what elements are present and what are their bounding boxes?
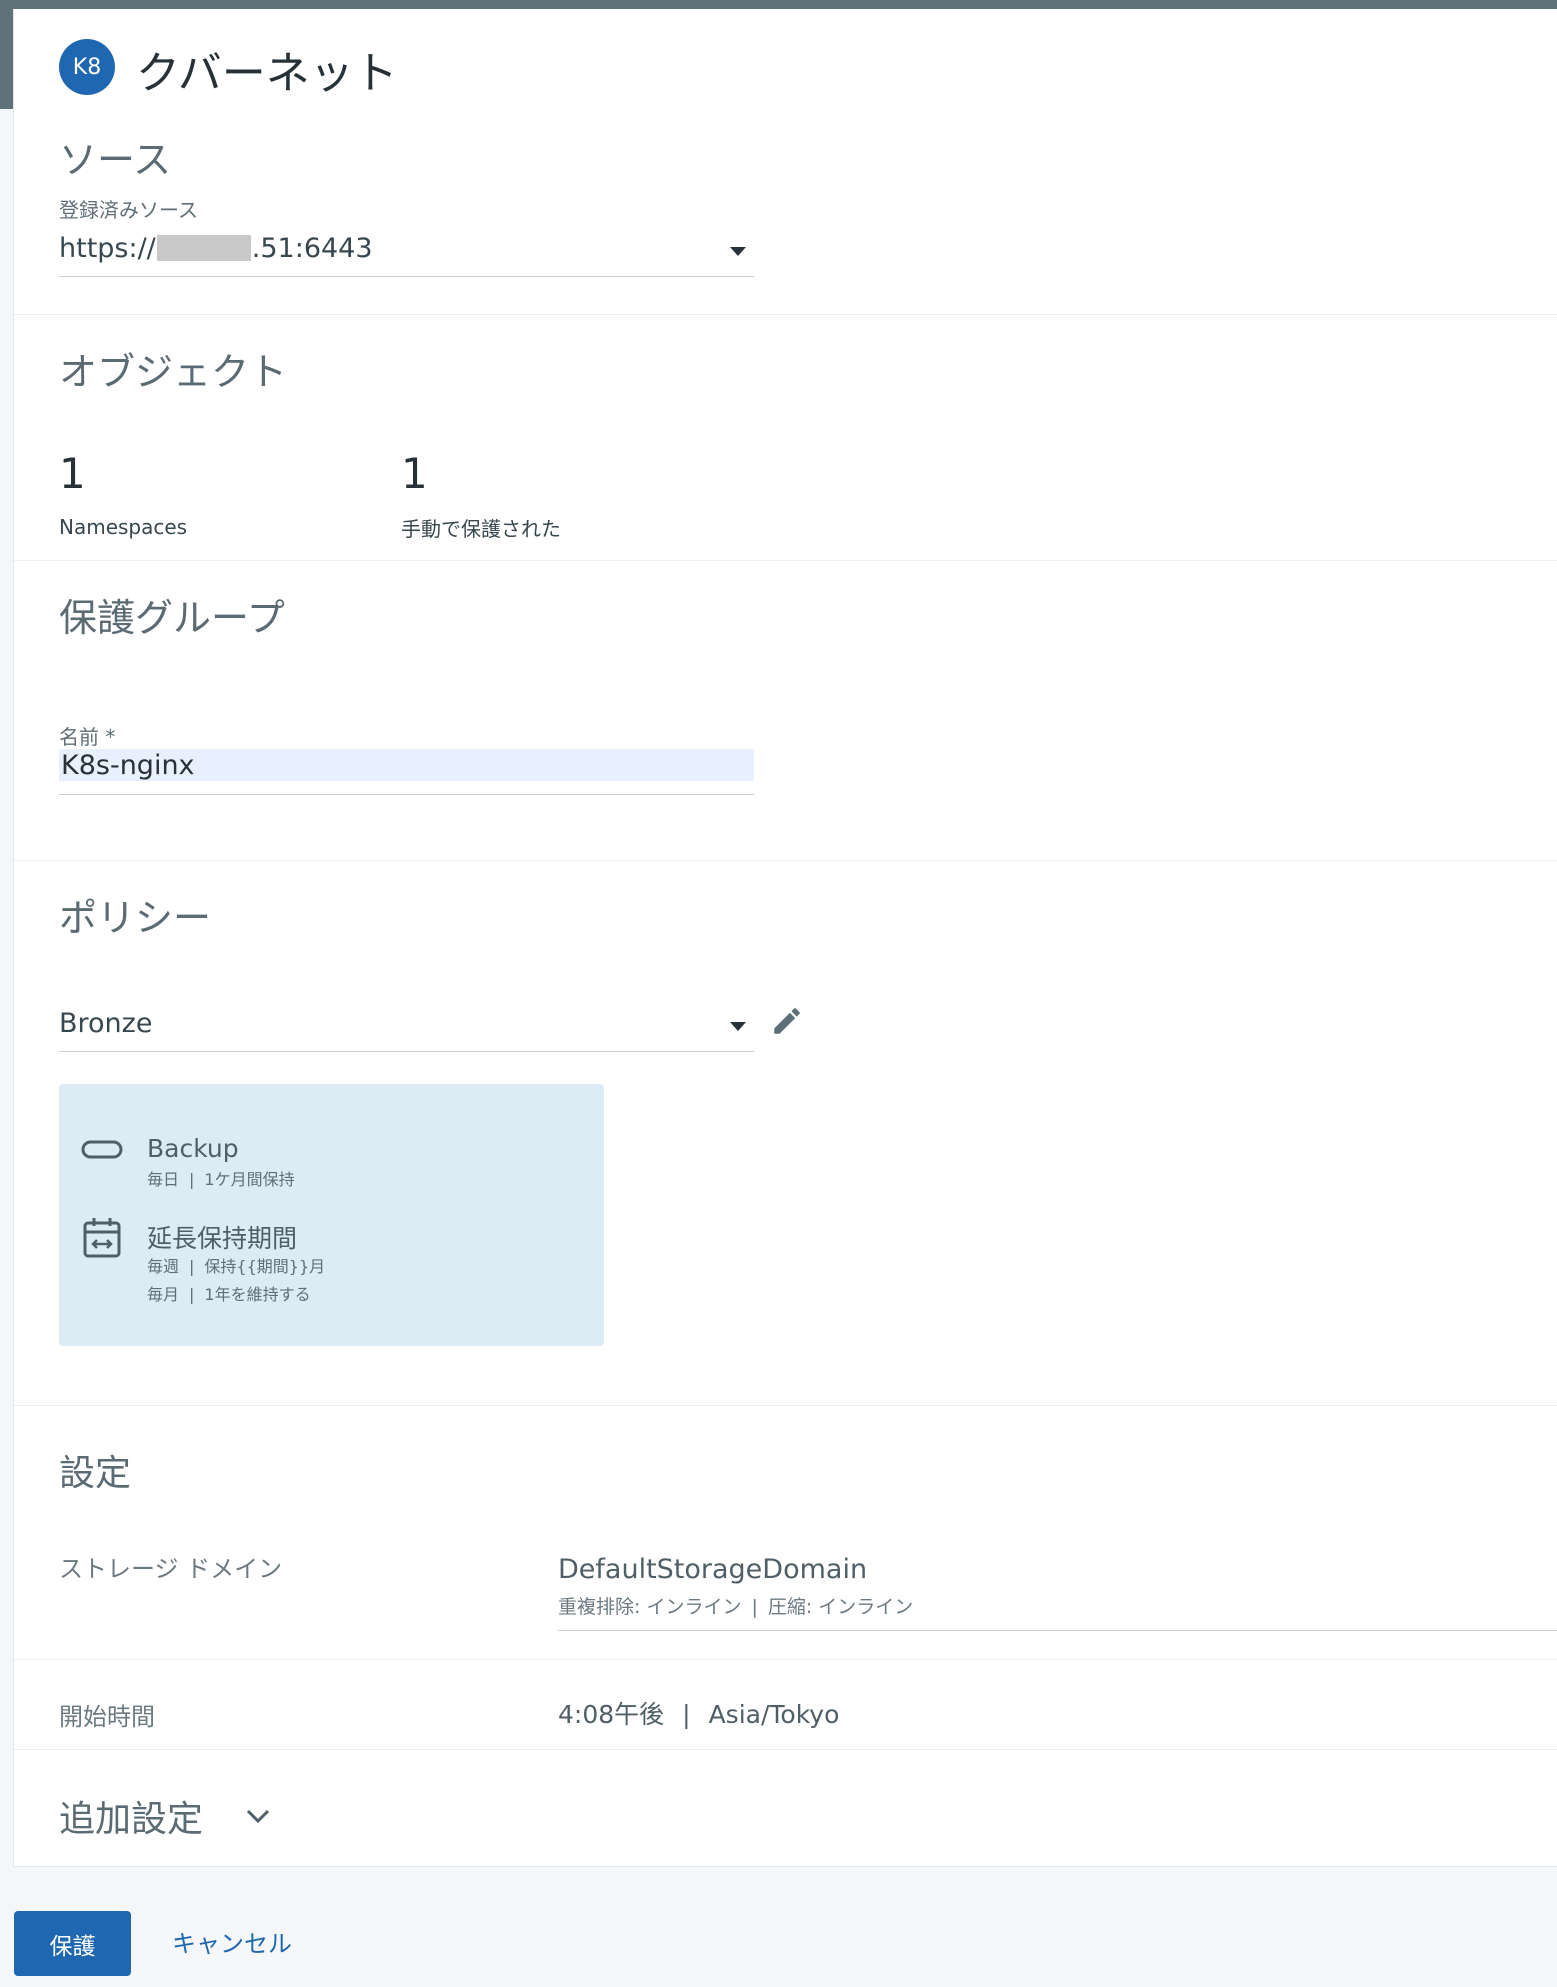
backup-frequency: 毎日 <box>147 1170 180 1189</box>
dedup-setting: 重複排除: インライン <box>558 1596 742 1618</box>
protect-button[interactable]: 保護 <box>14 1911 131 1976</box>
weekly-retention: 保持{{期間}}月 <box>204 1257 326 1276</box>
source-url-suffix: .51:6443 <box>251 233 373 264</box>
namespaces-label: Namespaces <box>59 515 188 539</box>
source-section-title: ソース <box>59 138 172 182</box>
chevron-down-icon[interactable] <box>245 1808 271 1824</box>
registered-source-value: https:// .51:6443 <box>59 233 373 264</box>
left-strip <box>0 9 13 109</box>
manual-count: 1 <box>401 449 428 498</box>
caret-down-icon[interactable] <box>730 1022 746 1031</box>
namespaces-count: 1 <box>59 449 86 498</box>
page-title: クバーネット <box>136 48 398 99</box>
storage-domain-details: 重複排除: インライン | 圧縮: インライン <box>558 1596 914 1618</box>
monthly-schedule: 毎月 | 1年を維持する <box>147 1285 311 1304</box>
divider <box>14 1749 1557 1750</box>
backup-schedule: 毎日 | 1ケ月間保持 <box>147 1170 295 1189</box>
source-url-prefix: https:// <box>59 233 156 264</box>
name-field[interactable] <box>59 749 754 795</box>
protect-form-card: K8 クバーネット ソース 登録済みソース https:// .51:6443 オ… <box>13 9 1557 1867</box>
divider <box>14 1659 1557 1660</box>
k8s-badge-icon: K8 <box>59 39 115 95</box>
name-label: 名前 * <box>59 725 116 749</box>
divider <box>14 1405 1557 1406</box>
storage-domain-select[interactable]: DefaultStorageDomain 重複排除: インライン | 圧縮: インラ… <box>558 1554 1557 1631</box>
extended-retention-title: 延長保持期間 <box>147 1224 298 1253</box>
divider <box>14 314 1557 315</box>
backup-title: Backup <box>147 1134 239 1163</box>
registered-source-select[interactable]: https:// .51:6443 <box>59 229 754 277</box>
start-time: 4:08午後 <box>558 1700 665 1729</box>
compression-setting: 圧縮: インライン <box>767 1596 914 1618</box>
caret-down-icon[interactable] <box>730 247 746 256</box>
backup-retention: 1ケ月間保持 <box>204 1170 295 1189</box>
policy-select[interactable]: Bronze <box>59 1004 754 1052</box>
storage-domain-label: ストレージ ドメイン <box>59 1555 283 1583</box>
additional-settings-toggle[interactable]: 追加設定 <box>59 1791 271 1841</box>
settings-section-title: 設定 <box>59 1453 132 1494</box>
policy-section-title: ポリシー <box>59 896 212 940</box>
policy-selected-value: Bronze <box>59 1008 153 1039</box>
weekly-frequency: 毎週 <box>147 1257 180 1276</box>
registered-source-label: 登録済みソース <box>59 198 198 222</box>
weekly-schedule: 毎週 | 保持{{期間}}月 <box>147 1257 326 1276</box>
monthly-frequency: 毎月 <box>147 1285 180 1304</box>
cancel-button[interactable]: キャンセル <box>172 1924 292 1959</box>
objects-section-title: オブジェクト <box>59 350 288 394</box>
backup-pill-icon <box>81 1140 123 1159</box>
divider <box>14 860 1557 861</box>
badge-text: K8 <box>72 54 102 80</box>
policy-details-card: Backup 毎日 | 1ケ月間保持 延長保持期間 毎週 | 保持{{期間}}月 毎月 |… <box>59 1084 604 1346</box>
top-bar <box>0 0 1557 9</box>
start-time-value[interactable]: 4:08午後 | Asia/Tokyo <box>558 1695 839 1731</box>
name-input[interactable] <box>59 749 754 781</box>
manual-label: 手動で保護された <box>401 517 561 541</box>
protection-group-section-title: 保護グループ <box>59 596 285 640</box>
start-time-label: 開始時間 <box>59 1703 155 1731</box>
storage-domain-value: DefaultStorageDomain <box>558 1554 868 1585</box>
timezone: Asia/Tokyo <box>708 1700 840 1729</box>
additional-settings-label: 追加設定 <box>59 1799 204 1840</box>
monthly-retention: 1年を維持する <box>204 1285 311 1304</box>
pencil-icon[interactable] <box>770 1004 804 1038</box>
divider <box>14 560 1557 561</box>
calendar-arrows-icon <box>83 1218 121 1258</box>
redacted-block <box>156 234 251 261</box>
